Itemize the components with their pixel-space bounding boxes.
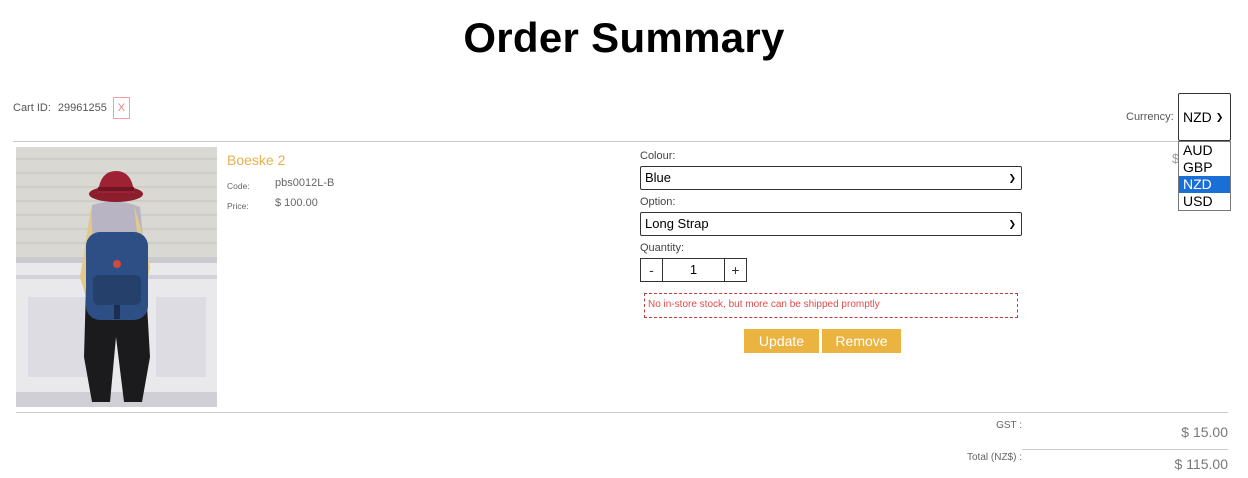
- currency-option-gbp[interactable]: GBP: [1179, 159, 1230, 176]
- currency-label: Currency:: [1126, 111, 1174, 123]
- option-select[interactable]: Long Strap ❯: [640, 212, 1022, 236]
- currency-option-usd[interactable]: USD: [1179, 193, 1230, 210]
- option-selected-value: Long Strap: [645, 216, 709, 231]
- cart-id-label: Cart ID:: [13, 102, 51, 114]
- price-label: Price:: [227, 201, 249, 211]
- chevron-down-icon: ❯: [1008, 219, 1016, 229]
- chevron-down-icon: ❯: [1215, 111, 1224, 122]
- divider: [16, 412, 1228, 413]
- price-value: $ 100.00: [275, 197, 318, 209]
- remove-button[interactable]: Remove: [822, 329, 901, 353]
- stock-notice: No in-store stock, but more can be shipp…: [644, 293, 1018, 318]
- quantity-stepper: - 1 +: [640, 258, 747, 282]
- quantity-label: Quantity:: [640, 242, 685, 254]
- currency-select[interactable]: NZD ❯: [1178, 93, 1231, 141]
- currency-dropdown-list: AUD GBP NZD USD: [1178, 141, 1231, 211]
- total-value: $ 115.00: [1174, 456, 1228, 472]
- divider: [1022, 449, 1228, 450]
- gst-value: $ 15.00: [1181, 424, 1228, 440]
- option-label: Option:: [640, 196, 676, 208]
- currency-option-aud[interactable]: AUD: [1179, 142, 1230, 159]
- increment-button[interactable]: +: [724, 258, 747, 282]
- cart-id-value: 29961255: [57, 102, 107, 114]
- colour-select[interactable]: Blue ❯: [640, 166, 1022, 190]
- colour-label: Colour:: [640, 150, 676, 162]
- chevron-down-icon: ❯: [1008, 173, 1016, 183]
- product-name-link[interactable]: Boeske 2: [227, 152, 285, 168]
- decrement-button[interactable]: -: [640, 258, 663, 282]
- quantity-input[interactable]: 1: [663, 258, 724, 282]
- page-title: Order Summary: [463, 14, 785, 61]
- colour-selected-value: Blue: [645, 170, 672, 185]
- product-image: [16, 147, 217, 407]
- divider: [13, 141, 1230, 142]
- total-label: Total (NZ$) :: [966, 452, 1022, 463]
- code-value: pbs0012L-B: [275, 177, 335, 189]
- currency-option-nzd[interactable]: NZD: [1179, 176, 1230, 193]
- gst-label: GST :: [996, 420, 1022, 431]
- update-button[interactable]: Update: [744, 329, 819, 353]
- cart-id: Cart ID: 29961255 X: [13, 97, 130, 119]
- currency-selected-value: NZD: [1183, 109, 1212, 125]
- code-label: Code:: [227, 181, 250, 191]
- clear-cart-button[interactable]: X: [112, 97, 130, 119]
